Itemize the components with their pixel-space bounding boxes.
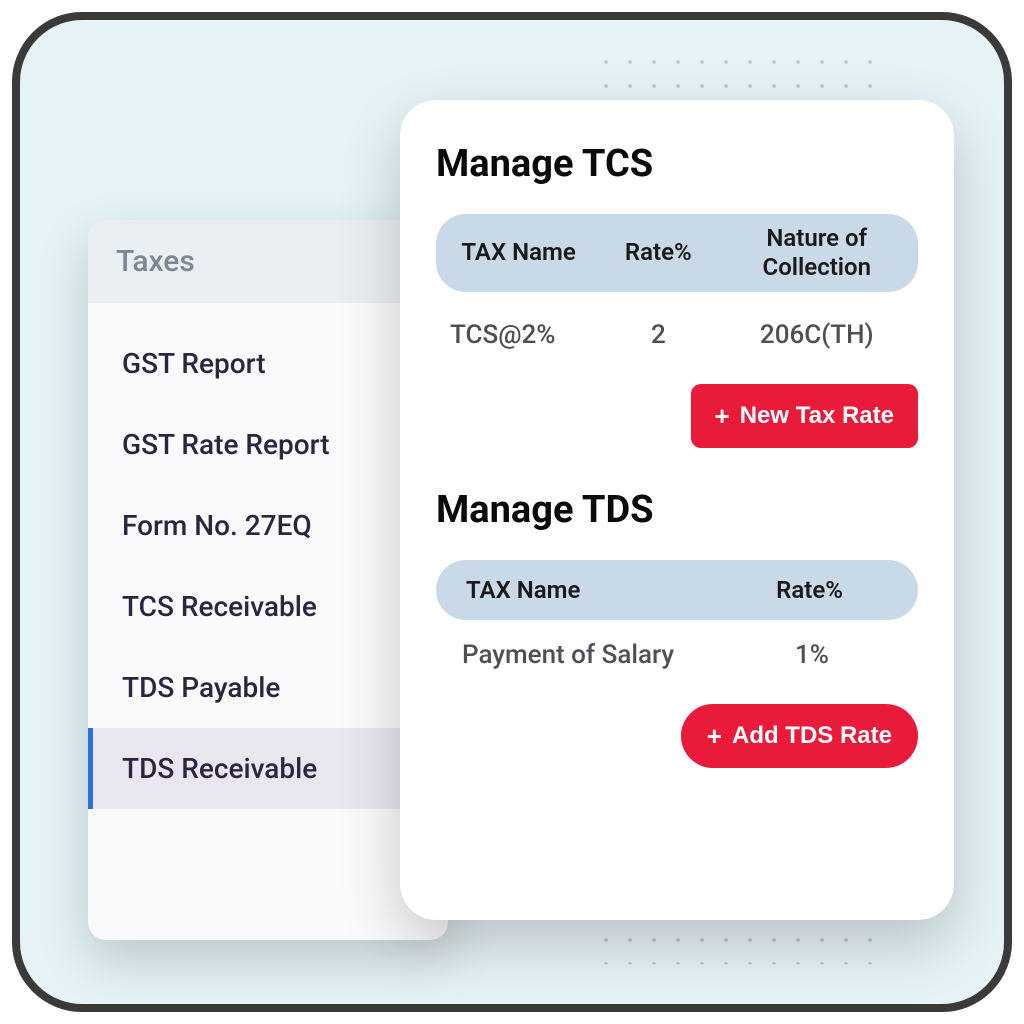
sidebar-item-gst-report[interactable]: GST Report: [88, 323, 448, 404]
tcs-cell-nature: 206C(TH): [724, 320, 910, 350]
plus-icon: +: [707, 723, 722, 749]
sidebar-title: Taxes: [88, 220, 448, 303]
tds-title: Manage TDS: [436, 488, 918, 532]
tds-table-header: TAX Name Rate%: [436, 560, 918, 621]
tds-table-row: Payment of Salary 1%: [436, 620, 918, 678]
tcs-table-header: TAX Name Rate% Nature of Collection: [436, 214, 918, 292]
manage-panel: Manage TCS TAX Name Rate% Nature of Coll…: [400, 100, 954, 920]
tds-cell-name: Payment of Salary: [452, 640, 722, 670]
taxes-sidebar: Taxes GST Report GST Rate Report Form No…: [88, 220, 448, 940]
tds-col-tax-name: TAX Name: [456, 576, 721, 605]
new-tax-rate-label: New Tax Rate: [740, 402, 894, 430]
sidebar-list: GST Report GST Rate Report Form No. 27EQ…: [88, 303, 448, 809]
sidebar-item-tds-payable[interactable]: TDS Payable: [88, 647, 448, 728]
sidebar-item-form-27eq[interactable]: Form No. 27EQ: [88, 485, 448, 566]
tds-button-row: + Add TDS Rate: [436, 704, 918, 768]
tcs-table-row: TCS@2% 2 206C(TH): [436, 292, 918, 358]
plus-icon: +: [715, 403, 730, 429]
tcs-col-nature: Nature of Collection: [724, 224, 910, 282]
sidebar-item-gst-rate-report[interactable]: GST Rate Report: [88, 404, 448, 485]
tds-cell-rate: 1%: [722, 640, 902, 670]
tds-col-rate: Rate%: [721, 576, 898, 605]
add-tds-rate-label: Add TDS Rate: [732, 722, 892, 750]
new-tax-rate-button[interactable]: + New Tax Rate: [691, 384, 918, 448]
tcs-col-rate: Rate%: [593, 238, 723, 267]
tcs-col-tax-name: TAX Name: [444, 238, 593, 267]
add-tds-rate-button[interactable]: + Add TDS Rate: [681, 704, 918, 768]
sidebar-item-tcs-receivable[interactable]: TCS Receivable: [88, 566, 448, 647]
tcs-cell-name: TCS@2%: [444, 320, 593, 350]
tcs-title: Manage TCS: [436, 142, 918, 186]
tcs-cell-rate: 2: [593, 320, 723, 350]
app-frame: Taxes GST Report GST Rate Report Form No…: [12, 12, 1012, 1012]
tcs-button-row: + New Tax Rate: [436, 384, 918, 448]
sidebar-item-tds-receivable[interactable]: TDS Receivable: [88, 728, 448, 809]
